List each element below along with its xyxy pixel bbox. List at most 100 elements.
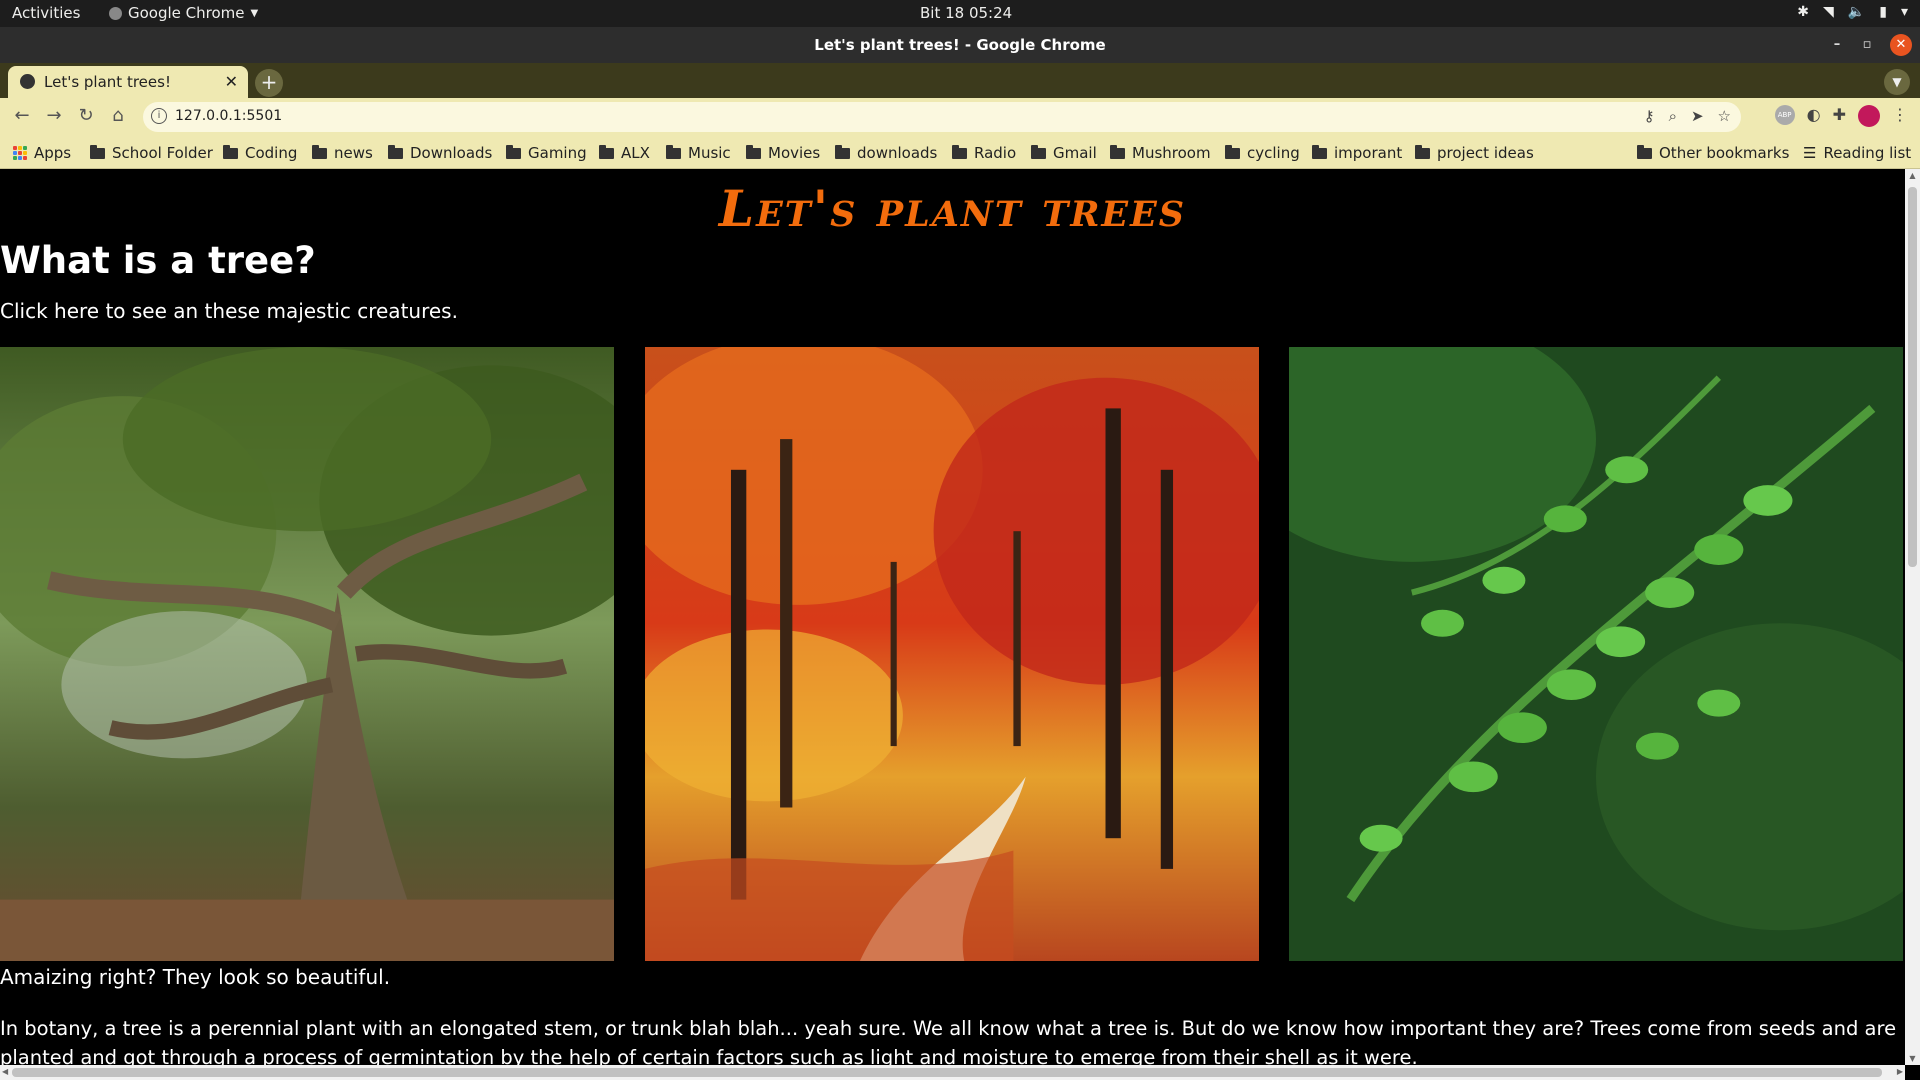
chevron-down-icon: ▼ <box>250 7 259 19</box>
send-icon[interactable]: ➤ <box>1691 107 1704 125</box>
bookmark-label: Reading list <box>1823 144 1912 162</box>
tab-search-button[interactable]: ▼ <box>1884 69 1910 95</box>
horizontal-scrollbar[interactable]: ◀ ▶ <box>0 1065 1905 1080</box>
bookmark-folder[interactable]: Radio <box>952 144 1016 162</box>
scroll-down-icon[interactable]: ▼ <box>1905 1054 1920 1063</box>
bookmark-folder[interactable]: Mushroom <box>1110 144 1211 162</box>
vertical-scrollbar[interactable]: ▲ ▼ <box>1905 169 1920 1065</box>
chrome-icon <box>109 6 122 20</box>
key-icon[interactable]: ⚷ <box>1644 107 1655 125</box>
maximize-button[interactable]: ▫ <box>1856 34 1878 56</box>
minimize-button[interactable]: – <box>1826 34 1848 56</box>
bookmark-label: School Folder <box>112 144 213 162</box>
reading-list[interactable]: ☰ Reading list <box>1803 144 1911 162</box>
folder-icon <box>223 144 238 159</box>
browser-toolbar: ← → ↻ ⌂ i 127.0.0.1:5501 ⚷ ⌕ ➤ ☆ ABP ◐ ✚… <box>0 98 1920 136</box>
chevron-down-icon[interactable]: ▾ <box>1901 4 1908 20</box>
folder-icon <box>90 144 105 159</box>
bookmark-folder[interactable]: cycling <box>1225 144 1300 162</box>
bookmark-label: cycling <box>1247 144 1300 162</box>
window-title: Let's plant trees! - Google Chrome <box>814 36 1106 54</box>
bookmark-folder[interactable]: Coding <box>223 144 297 162</box>
image-caption: Amaizing right? They look so beautiful. <box>0 965 391 989</box>
page-content: Let's plant trees What is a tree? Click … <box>0 169 1905 1065</box>
scroll-right-icon[interactable]: ▶ <box>1897 1067 1903 1076</box>
home-button[interactable]: ⌂ <box>106 105 130 126</box>
bookmark-folder[interactable]: ALX <box>599 144 650 162</box>
folder-icon <box>746 144 761 159</box>
system-tray[interactable]: ✱ ◥ 🔈 ▮ ▾ <box>1797 4 1908 20</box>
window-title-bar: Let's plant trees! - Google Chrome – ▫ ✕ <box>0 27 1920 63</box>
bookmark-label: Downloads <box>410 144 493 162</box>
bookmark-label: project ideas <box>1437 144 1534 162</box>
wifi-icon[interactable]: ◥ <box>1823 4 1834 20</box>
vertical-scroll-thumb[interactable] <box>1908 187 1917 567</box>
folder-icon <box>1415 144 1430 159</box>
bookmark-apps[interactable]: Apps <box>13 144 71 162</box>
bookmark-label: Movies <box>768 144 821 162</box>
folder-icon <box>1110 144 1125 159</box>
bookmark-label: imporant <box>1334 144 1403 162</box>
extension-icon[interactable]: ◐ <box>1807 105 1821 127</box>
tab-label: Let's plant trees! <box>44 73 171 91</box>
folder-icon <box>1637 144 1652 159</box>
network-icon[interactable]: ✱ <box>1797 4 1809 20</box>
bookmark-folder[interactable]: Gaming <box>506 144 587 162</box>
bookmark-label: news <box>334 144 373 162</box>
new-tab-button[interactable]: + <box>255 69 283 97</box>
bookmark-label: Coding <box>245 144 298 162</box>
bookmark-folder[interactable]: downloads <box>835 144 937 162</box>
clock[interactable]: Bit 18 05:24 <box>920 4 1012 22</box>
folder-icon <box>599 144 614 159</box>
bookmark-label: ALX <box>621 144 650 162</box>
system-top-bar: Activities Google Chrome ▼ Bit 18 05:24 … <box>0 0 1920 27</box>
folder-icon <box>952 144 967 159</box>
app-menu[interactable]: Google Chrome ▼ <box>109 4 258 22</box>
scroll-left-icon[interactable]: ◀ <box>2 1067 8 1076</box>
zoom-icon[interactable]: ⌕ <box>1669 107 1677 125</box>
other-bookmarks[interactable]: Other bookmarks <box>1637 144 1789 162</box>
reload-button[interactable]: ↻ <box>74 105 98 126</box>
folder-icon <box>1031 144 1046 159</box>
extensions-area: ABP ◐ ✚ ⋮ <box>1774 105 1908 127</box>
bookmark-folder[interactable]: project ideas <box>1415 144 1534 162</box>
tab-lets-plant-trees[interactable]: Let's plant trees! ✕ <box>8 66 248 98</box>
old-tree-image <box>0 347 614 961</box>
bookmark-folder[interactable]: Gmail <box>1031 144 1097 162</box>
moringa-leaves-image <box>1289 347 1903 961</box>
bookmark-label: downloads <box>857 144 938 162</box>
menu-icon[interactable]: ⋮ <box>1892 105 1908 127</box>
autumn-forest-image <box>645 347 1259 961</box>
back-button[interactable]: ← <box>10 105 34 126</box>
close-window-button[interactable]: ✕ <box>1890 34 1912 56</box>
close-tab-icon[interactable]: ✕ <box>225 72 238 91</box>
intro-link-text[interactable]: Click here to see an these majestic crea… <box>0 299 458 323</box>
folder-icon <box>1312 144 1327 159</box>
site-info-icon[interactable]: i <box>151 108 167 124</box>
bookmark-folder[interactable]: news <box>312 144 373 162</box>
forward-button[interactable]: → <box>42 105 66 126</box>
section-heading: What is a tree? <box>0 239 316 282</box>
profile-avatar[interactable] <box>1858 105 1880 127</box>
volume-icon[interactable]: 🔈 <box>1848 4 1865 20</box>
bookmark-folder[interactable]: Downloads <box>388 144 492 162</box>
activities-button[interactable]: Activities <box>12 4 80 22</box>
bookmark-folder[interactable]: Music <box>666 144 731 162</box>
horizontal-scroll-thumb[interactable] <box>12 1068 1882 1077</box>
battery-icon[interactable]: ▮ <box>1879 4 1887 20</box>
url-text[interactable]: 127.0.0.1:5501 <box>175 108 282 124</box>
puzzle-icon[interactable]: ✚ <box>1833 105 1846 127</box>
address-bar[interactable]: i 127.0.0.1:5501 ⚷ ⌕ ➤ ☆ <box>143 102 1741 132</box>
tab-strip: Let's plant trees! ✕ + ▼ <box>0 63 1920 98</box>
bookmark-label: Mushroom <box>1132 144 1211 162</box>
bookmark-folder[interactable]: imporant <box>1312 144 1402 162</box>
scroll-up-icon[interactable]: ▲ <box>1905 171 1920 180</box>
bookmark-star-icon[interactable]: ☆ <box>1718 107 1731 125</box>
bookmark-label: Gaming <box>528 144 587 162</box>
bookmark-folder[interactable]: School Folder <box>90 144 213 162</box>
bookmark-label: Music <box>688 144 731 162</box>
app-menu-label: Google Chrome <box>128 4 245 22</box>
bookmark-label: Apps <box>34 144 72 162</box>
bookmark-folder[interactable]: Movies <box>746 144 820 162</box>
adblock-icon[interactable]: ABP <box>1774 105 1795 125</box>
